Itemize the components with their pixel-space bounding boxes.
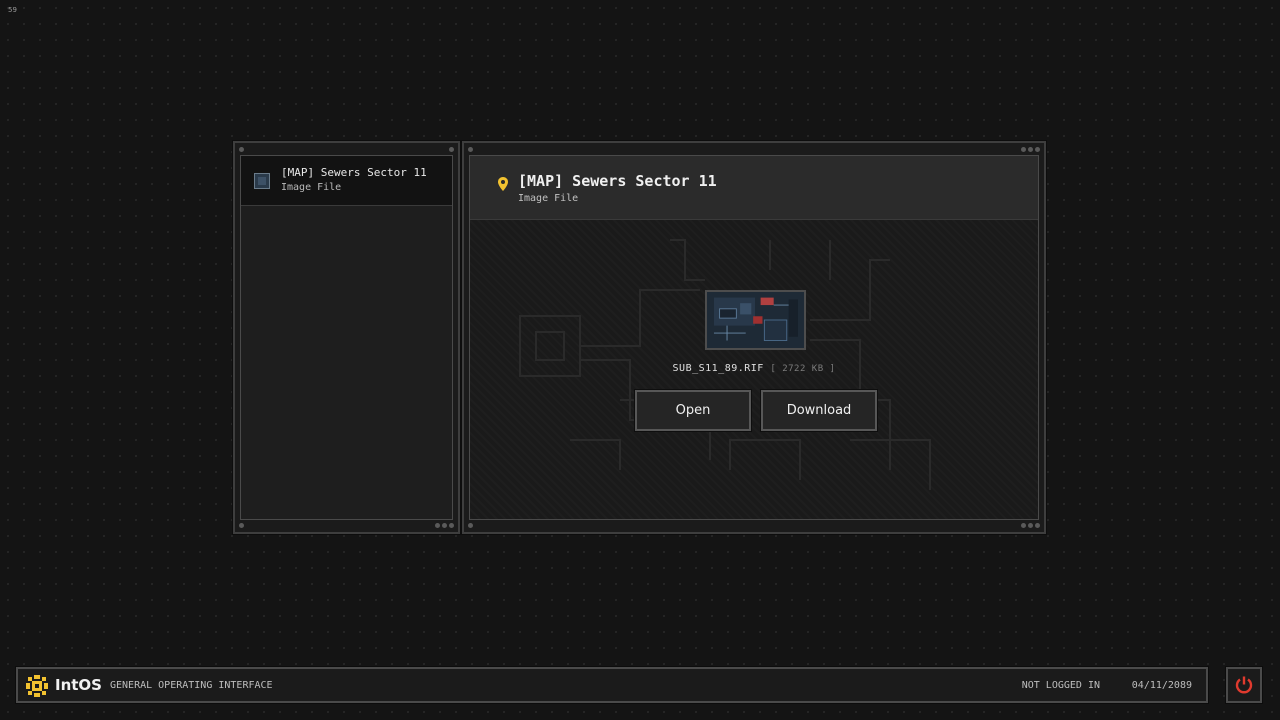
viewer-body: [MAP] Sewers Sector 11 Image File SUB_S1… [469, 155, 1039, 520]
power-button[interactable] [1225, 666, 1263, 704]
frame-rivet [449, 523, 454, 528]
file-viewer-pane: [MAP] Sewers Sector 11 Image File SUB_S1… [461, 140, 1047, 535]
os-tagline: GENERAL OPERATING INTERFACE [110, 680, 273, 691]
file-name: SUB_S11_89.RIF [672, 363, 764, 374]
file-size: [ 2722 KB ] [770, 364, 836, 374]
taskbar: IntOS GENERAL OPERATING INTERFACE NOT LO… [15, 666, 1209, 704]
image-file-icon [254, 173, 270, 189]
frame-rivet [1021, 147, 1026, 152]
power-icon [1235, 676, 1253, 694]
frame-rivet [239, 523, 244, 528]
frame-rivet [1028, 523, 1033, 528]
viewer-content: SUB_S11_89.RIF [ 2722 KB ] Open Download [470, 220, 1038, 519]
file-list-pane: [MAP] Sewers Sector 11 Image File [232, 140, 461, 535]
download-button[interactable]: Download [760, 389, 878, 432]
frame-rivet [435, 523, 440, 528]
list-item-subtitle: Image File [281, 182, 342, 193]
frame-rivet [1021, 523, 1026, 528]
file-info: SUB_S11_89.RIF [ 2722 KB ] [470, 363, 1038, 374]
frame-rivet [449, 147, 454, 152]
login-status: NOT LOGGED IN [1021, 680, 1100, 691]
open-button[interactable]: Open [634, 389, 752, 432]
frame-rivet [468, 523, 473, 528]
frame-rivet [468, 147, 473, 152]
page-title: [MAP] Sewers Sector 11 [518, 172, 717, 190]
file-list: [MAP] Sewers Sector 11 Image File [240, 155, 453, 520]
image-preview[interactable] [705, 290, 806, 350]
frame-rivet [1028, 147, 1033, 152]
file-browser-window: [MAP] Sewers Sector 11 Image File [MAP] … [232, 140, 1047, 535]
fps-counter: 59 [8, 6, 17, 14]
viewer-header: [MAP] Sewers Sector 11 Image File [470, 156, 1038, 220]
location-pin-icon [498, 177, 508, 191]
frame-rivet [442, 523, 447, 528]
frame-rivet [1035, 147, 1040, 152]
frame-rivet [239, 147, 244, 152]
intos-logo-icon[interactable] [26, 675, 48, 697]
system-date: 04/11/2089 [1131, 680, 1192, 691]
page-subtitle: Image File [518, 193, 579, 204]
list-item[interactable]: [MAP] Sewers Sector 11 Image File [241, 156, 452, 206]
frame-rivet [1035, 523, 1040, 528]
list-item-title: [MAP] Sewers Sector 11 [281, 166, 427, 179]
os-brand: IntOS [55, 676, 102, 694]
